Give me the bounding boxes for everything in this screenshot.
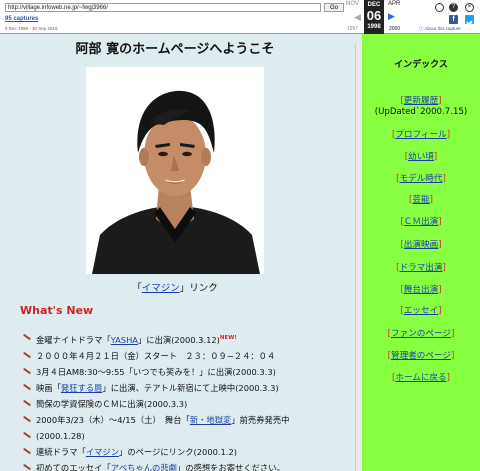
capture-date-range: 5 Dec 1998 - 30 Sep 2016 <box>5 26 58 31</box>
close-icon[interactable]: × <box>465 3 474 12</box>
sidebar-link[interactable]: 出演映画 <box>404 240 438 250</box>
user-icon[interactable] <box>435 3 444 12</box>
sidebar-item-5[interactable]: [芸能] <box>362 193 480 205</box>
sidebar-link[interactable]: プロフィール <box>395 130 446 140</box>
news-text-post: に出演(2000.3.12) <box>146 334 220 345</box>
go-button[interactable]: Go <box>324 3 344 12</box>
new-badge: NEW! <box>219 335 237 341</box>
whats-new-heading: What's New <box>20 304 94 317</box>
imagine-link[interactable]: イマジン <box>142 283 180 294</box>
sidebar-link[interactable]: 管理者のページ <box>391 351 451 361</box>
sidebar-item-1: (UpDated`2000.7.15) <box>374 107 468 117</box>
news-link[interactable]: イマジン <box>86 447 119 457</box>
news-text: 3月４日AM8:30〜9:55「いつでも笑みを！」に出演(2000.3.3) <box>36 366 276 377</box>
news-list: 金曜ナイトドラマ「YASHA」に出演(2000.3.12)NEW! ２０００年４月… <box>22 332 352 471</box>
main-content: 阿部 寛のホームページへようこそ 「イマジン」リンク What's New 金曜… <box>0 34 362 471</box>
next-year-label[interactable]: 2000 <box>389 26 400 32</box>
prev-capture-arrow-icon[interactable]: ◀ <box>354 12 361 23</box>
news-item: 簡保の学資保険のＣＭに出演(2000.3.3) <box>22 398 352 410</box>
sidebar-link[interactable]: 幼い頃 <box>408 152 434 162</box>
sidebar-item-11[interactable]: [ファンのページ] <box>362 327 480 339</box>
news-text-post: のページにリンク(2000.1.2) <box>127 446 237 457</box>
news-text: 金曜ナイトドラマ <box>36 334 103 345</box>
sidebar-item-12[interactable]: [管理者のページ] <box>362 349 480 361</box>
page-title: 阿部 寛のホームページへようこそ <box>75 42 275 57</box>
news-item: 連続ドラマ「イマジン」のページにリンク(2000.1.2) <box>22 446 352 458</box>
sidebar-link[interactable]: 舞台出演 <box>404 285 438 295</box>
sidebar-link[interactable]: ドラマ出演 <box>400 263 443 273</box>
sidebar-link[interactable]: ホームに戻る <box>395 373 446 383</box>
sidebar-link[interactable]: 芸能 <box>412 195 429 205</box>
news-text-post: に出演、テアトル新宿にて上映中(2000.3.3) <box>110 382 279 393</box>
news-link[interactable]: 発狂する唇 <box>61 383 103 393</box>
next-capture-arrow-icon[interactable]: ▶ <box>388 11 395 22</box>
current-capture-date: DEC 06 1998 <box>364 0 384 34</box>
current-day: 06 <box>366 8 382 23</box>
sidebar-item-4[interactable]: [モデル時代] <box>362 172 480 184</box>
sidebar-link[interactable]: 更新履歴 <box>404 96 438 106</box>
sidebar-title: インデックス <box>394 60 448 70</box>
news-text: (2000.1.28) <box>36 430 85 441</box>
news-text: 初めてのエッセイ <box>36 462 103 471</box>
news-link[interactable]: YASHA <box>111 335 138 345</box>
sidebar-link[interactable]: ＣＭ出演 <box>404 217 438 227</box>
sidebar-link[interactable]: ファンのページ <box>391 329 451 339</box>
sidebar-item-0[interactable]: [更新履歴] <box>362 94 480 106</box>
sidebar-item-6[interactable]: [ＣＭ出演] <box>362 215 480 227</box>
sidebar-item-8[interactable]: [ドラマ出演] <box>362 261 480 273</box>
news-text: 2000年3/23（木）〜4/15（土） 舞台 <box>36 414 182 425</box>
news-text: 映画 <box>36 382 53 393</box>
news-item: (2000.1.28) <box>22 430 352 442</box>
facebook-icon[interactable]: f <box>449 15 458 24</box>
current-year: 1998 <box>367 24 381 30</box>
sidebar-link[interactable]: モデル時代 <box>400 174 443 184</box>
twitter-icon[interactable] <box>465 15 474 26</box>
photo-caption-rest: リンク <box>189 283 218 294</box>
portrait-photo <box>86 67 264 274</box>
news-text: 連続ドラマ <box>36 446 78 457</box>
sidebar-item-13[interactable]: [ホームに戻る] <box>362 371 480 383</box>
news-item: 3月４日AM8:30〜9:55「いつでも笑みを！」に出演(2000.3.3) <box>22 366 352 378</box>
sidebar-item-2[interactable]: [プロフィール] <box>362 128 480 140</box>
next-month-label[interactable]: APR <box>388 1 400 7</box>
sidebar-item-9[interactable]: [舞台出演] <box>362 283 480 295</box>
prev-month-label[interactable]: NOV <box>346 1 359 7</box>
news-item: 初めてのエッセイ「アベちゃんの悲劇」の感想をお寄せください。 <box>22 462 352 471</box>
help-icon[interactable]: ? <box>449 3 458 12</box>
sidebar-link[interactable]: エッセイ <box>404 306 438 316</box>
news-text-post: 前売券発売中 <box>239 414 290 425</box>
sidebar-item-10[interactable]: [エッセイ] <box>362 304 480 316</box>
news-text: 簡保の学資保険のＣＭに出演(2000.3.3) <box>36 398 188 409</box>
photo-caption: 「イマジン」リンク <box>132 283 218 294</box>
sidebar-index: インデックス [更新履歴] (UpDated`2000.7.15) [プロフィール]… <box>362 34 480 471</box>
sidebar-item-3[interactable]: [幼い頃] <box>362 150 480 162</box>
news-item: 金曜ナイトドラマ「YASHA」に出演(2000.3.12)NEW! <box>22 332 352 346</box>
prev-year-label[interactable]: 1997 <box>347 26 358 32</box>
wayback-toolbar: http://village.infoweb.ne.jp/~fwgj3966/ … <box>0 0 480 34</box>
news-link[interactable]: 新・地獄変 <box>190 415 232 425</box>
captures-link[interactable]: 95 captures <box>5 16 38 22</box>
news-item: 2000年3/23（木）〜4/15（土） 舞台「新・地獄変」前売券発売中 <box>22 414 352 426</box>
sidebar-item-7[interactable]: [出演映画] <box>362 238 480 250</box>
scrollbar[interactable] <box>355 44 362 471</box>
url-input[interactable]: http://village.infoweb.ne.jp/~fwgj3966/ <box>5 3 321 12</box>
about-capture-link[interactable]: ⓘ About this capture <box>419 26 461 32</box>
news-text-post: の感想をお寄せください。 <box>185 462 285 471</box>
news-item: 映画「発狂する唇」に出演、テアトル新宿にて上映中(2000.3.3) <box>22 382 352 394</box>
news-item: ２０００年４月２１日（金）スタート ２３：０９−２４：０４ <box>22 350 352 362</box>
news-link[interactable]: アベちゃんの悲劇 <box>111 463 177 471</box>
news-text: ２０００年４月２１日（金）スタート ２３：０９−２４：０４ <box>36 350 276 361</box>
